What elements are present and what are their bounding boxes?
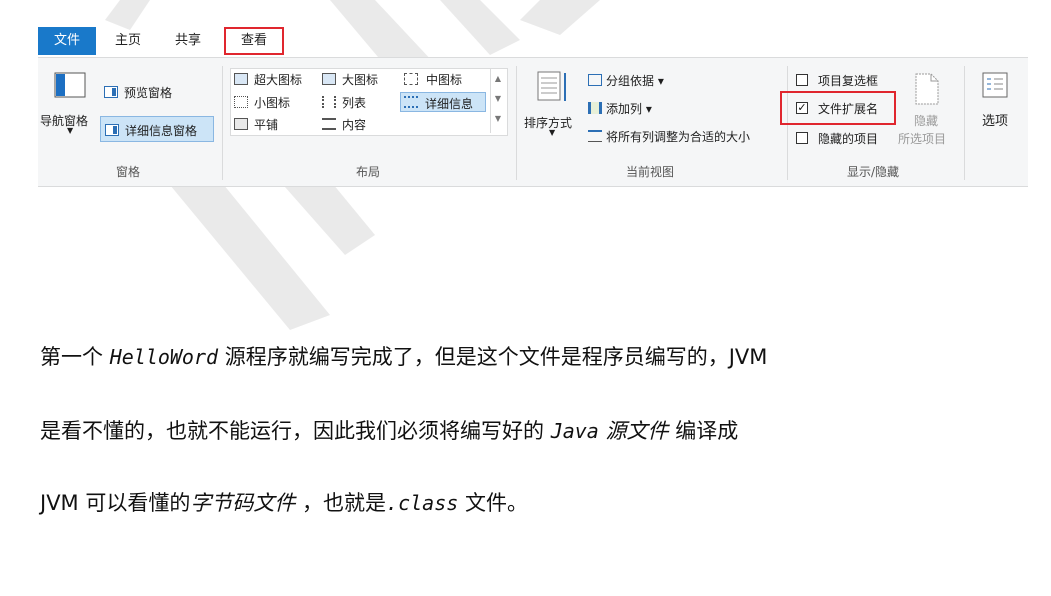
- tab-file[interactable]: 文件: [38, 27, 96, 55]
- code-helloword: HelloWord: [109, 345, 219, 369]
- text: 编译成: [668, 419, 739, 443]
- content-icon: [322, 118, 336, 130]
- list-icon: [322, 96, 336, 108]
- size-columns-icon: [588, 130, 602, 142]
- nav-pane-button[interactable]: 导航窗格 ▼: [40, 64, 100, 144]
- add-columns-label: 添加列 ▾: [606, 102, 652, 116]
- layout-details[interactable]: 详细信息: [400, 92, 486, 112]
- hide-selected-items-button[interactable]: 隐藏 所选项目: [896, 68, 956, 148]
- article-line-2: 是看不懂的，也就不能运行，因此我们必须将编写好的 Java 源文件 编译成: [40, 415, 738, 445]
- hide-label: 隐藏: [914, 114, 939, 128]
- hide-document-icon: [915, 73, 939, 105]
- preview-pane-label: 预览窗格: [124, 86, 173, 100]
- medium-icons-icon: [404, 73, 418, 85]
- item-check-boxes-checkbox[interactable]: [796, 74, 808, 86]
- nav-pane-label: 导航窗格: [40, 114, 89, 128]
- nav-pane-icon: [54, 72, 86, 98]
- options-icon: [982, 72, 1008, 98]
- content-label: 内容: [342, 118, 367, 132]
- text: 源程序就编写完成了，但是这个文件是程序员编写的，JVM: [218, 345, 768, 369]
- sort-by-label: 排序方式: [524, 116, 573, 130]
- chevron-down-icon: ▼: [67, 126, 74, 135]
- size-all-columns-label: 将所有列调整为合适的大小: [606, 130, 751, 144]
- separator: [516, 66, 517, 180]
- large-icons-label: 大图标: [342, 73, 379, 87]
- details-pane-button[interactable]: 详细信息窗格: [100, 116, 214, 142]
- sort-by-button[interactable]: 排序方式 ▼: [522, 64, 582, 144]
- medium-icons-label: 中图标: [426, 73, 463, 87]
- details-icon: [404, 96, 418, 108]
- extra-large-icons-label: 超大图标: [254, 73, 303, 87]
- selected-items-label: 所选项目: [898, 132, 947, 146]
- sort-by-icon: [537, 71, 566, 101]
- group-by-icon: [588, 74, 602, 86]
- preview-pane-icon: [104, 86, 118, 98]
- group-label-panes: 窗格: [115, 165, 140, 179]
- text: 第一个: [40, 345, 110, 369]
- highlight-box: [780, 91, 896, 125]
- hidden-items-checkbox[interactable]: [796, 132, 808, 144]
- extra-large-icons-icon: [234, 73, 248, 85]
- hidden-items-label: 隐藏的项目: [818, 132, 879, 146]
- italic-source-file: 源文件: [598, 419, 669, 443]
- text: 文件。: [458, 491, 528, 515]
- article-line-3: JVM 可以看懂的字节码文件 ，也就是.class 文件。: [40, 487, 528, 517]
- ribbon-tab-bar: 文件 主页 共享 查看: [38, 27, 1028, 57]
- separator: [222, 66, 223, 180]
- tab-share[interactable]: 共享: [166, 27, 210, 55]
- tab-home[interactable]: 主页: [106, 27, 150, 55]
- separator: [964, 66, 965, 180]
- group-by-label: 分组依据 ▾: [606, 74, 664, 88]
- tab-view[interactable]: 查看: [224, 27, 284, 55]
- preview-pane-button[interactable]: 预览窗格: [104, 82, 224, 102]
- details-pane-icon: [105, 124, 119, 136]
- text: ，也就是: [295, 491, 387, 515]
- details-pane-label: 详细信息窗格: [125, 124, 198, 138]
- small-icons-icon: [234, 96, 248, 108]
- group-label-layout: 布局: [355, 165, 380, 179]
- italic-bytecode-file: 字节码文件: [190, 491, 296, 515]
- group-label-show-hide: 显示/隐藏: [846, 165, 900, 179]
- details-label: 详细信息: [425, 97, 474, 111]
- options-label: 选项: [982, 114, 1009, 129]
- ribbon-view-panel: 导航窗格 ▼ 预览窗格 详细信息窗格 窗格 超大图标 大图标 中图标 小图标 列…: [38, 57, 1028, 187]
- item-check-boxes-label: 项目复选框: [818, 74, 879, 88]
- layout-gallery-scrollbar[interactable]: ▲ ▼ ▼: [490, 69, 505, 133]
- text: JVM 可以看懂的: [40, 491, 191, 515]
- text: 是看不懂的，也就不能运行，因此我们必须将编写好的: [40, 419, 551, 443]
- article-line-1: 第一个 HelloWord 源程序就编写完成了，但是这个文件是程序员编写的，JV…: [40, 341, 767, 371]
- options-button[interactable]: 选项: [970, 68, 1022, 148]
- small-icons-label: 小图标: [254, 96, 291, 110]
- group-label-current-view: 当前视图: [625, 165, 674, 179]
- tiles-icon: [234, 118, 248, 130]
- list-label: 列表: [342, 96, 367, 110]
- chevron-down-icon: ▼: [549, 128, 556, 137]
- code-java: Java: [550, 419, 599, 443]
- add-columns-icon: [588, 102, 602, 114]
- tiles-label: 平铺: [254, 118, 279, 132]
- code-class: .class: [386, 491, 459, 515]
- large-icons-icon: [322, 73, 336, 85]
